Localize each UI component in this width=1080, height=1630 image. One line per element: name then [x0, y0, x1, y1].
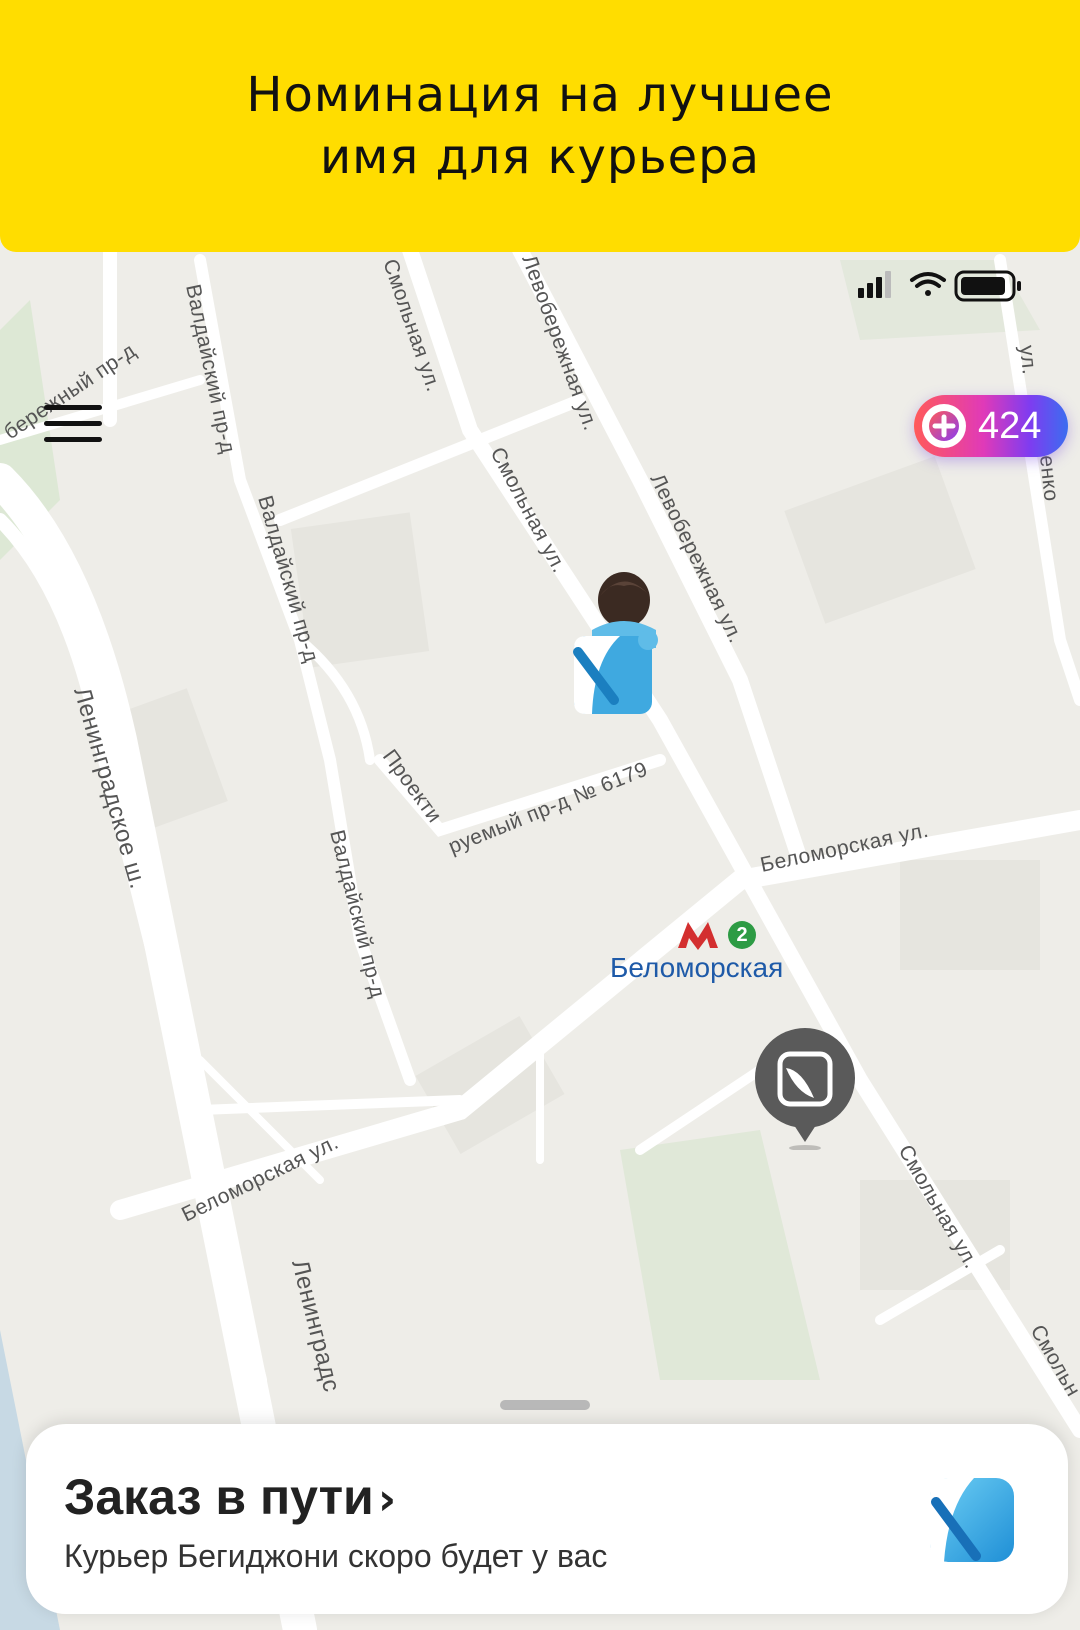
sheet-drag-handle[interactable]	[500, 1400, 590, 1410]
signal-icon	[858, 271, 891, 298]
courier-avatar[interactable]	[564, 568, 674, 718]
metro-line-badge: 2	[728, 921, 756, 949]
banner-line-2: имя для курьера	[319, 129, 761, 185]
order-status-card[interactable]: Заказ в пути › Курьер Бегиджони скоро бу…	[26, 1424, 1068, 1614]
metro-icon	[678, 922, 718, 950]
destination-pin-icon[interactable]	[752, 1026, 858, 1150]
plus-points-count: 424	[978, 404, 1042, 447]
chevron-right-icon: ›	[378, 1474, 397, 1525]
plus-points-badge[interactable]: 424	[914, 395, 1068, 457]
street-label: ул.	[1015, 344, 1041, 376]
lavka-logo-icon	[930, 1478, 1014, 1562]
status-bar	[858, 270, 1021, 302]
wifi-icon	[910, 272, 946, 296]
promo-banner: Номинация на лучшее имя для курьера	[0, 0, 1080, 252]
street-label: енко	[1035, 454, 1063, 503]
order-subtitle: Курьер Бегиджони скоро будет у вас	[64, 1538, 608, 1574]
battery-icon	[954, 270, 1021, 302]
metro-station-label[interactable]: Беломорская	[610, 952, 783, 984]
hamburger-menu-icon[interactable]	[44, 405, 102, 445]
plus-icon	[922, 404, 966, 448]
order-title: Заказ в пути	[64, 1469, 374, 1525]
banner-line-1: Номинация на лучшее	[246, 67, 834, 123]
